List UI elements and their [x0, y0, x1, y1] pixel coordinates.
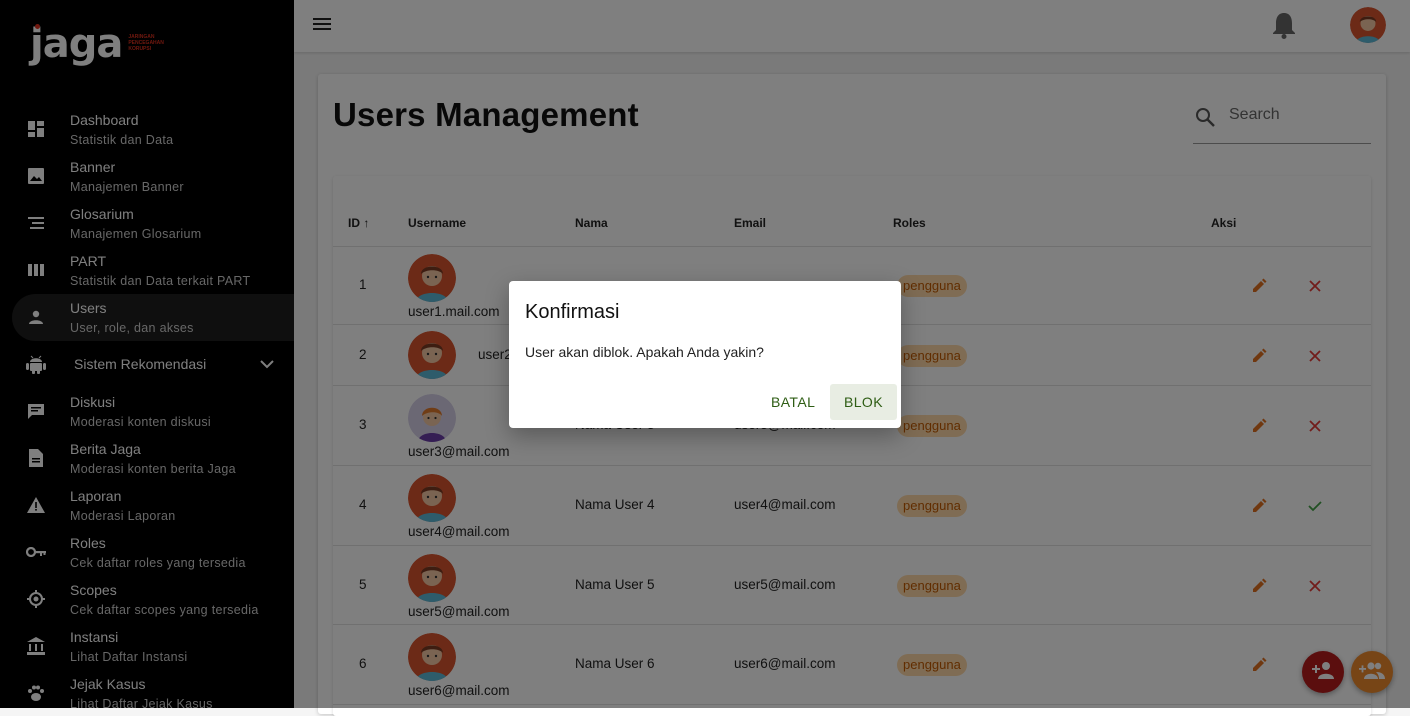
dialog-message: User akan diblok. Apakah Anda yakin?	[525, 344, 764, 360]
cancel-button[interactable]: BATAL	[757, 384, 829, 420]
dialog-title: Konfirmasi	[525, 301, 620, 323]
block-button[interactable]: BLOK	[830, 384, 897, 420]
confirm-dialog: Konfirmasi User akan diblok. Apakah Anda…	[509, 281, 901, 428]
